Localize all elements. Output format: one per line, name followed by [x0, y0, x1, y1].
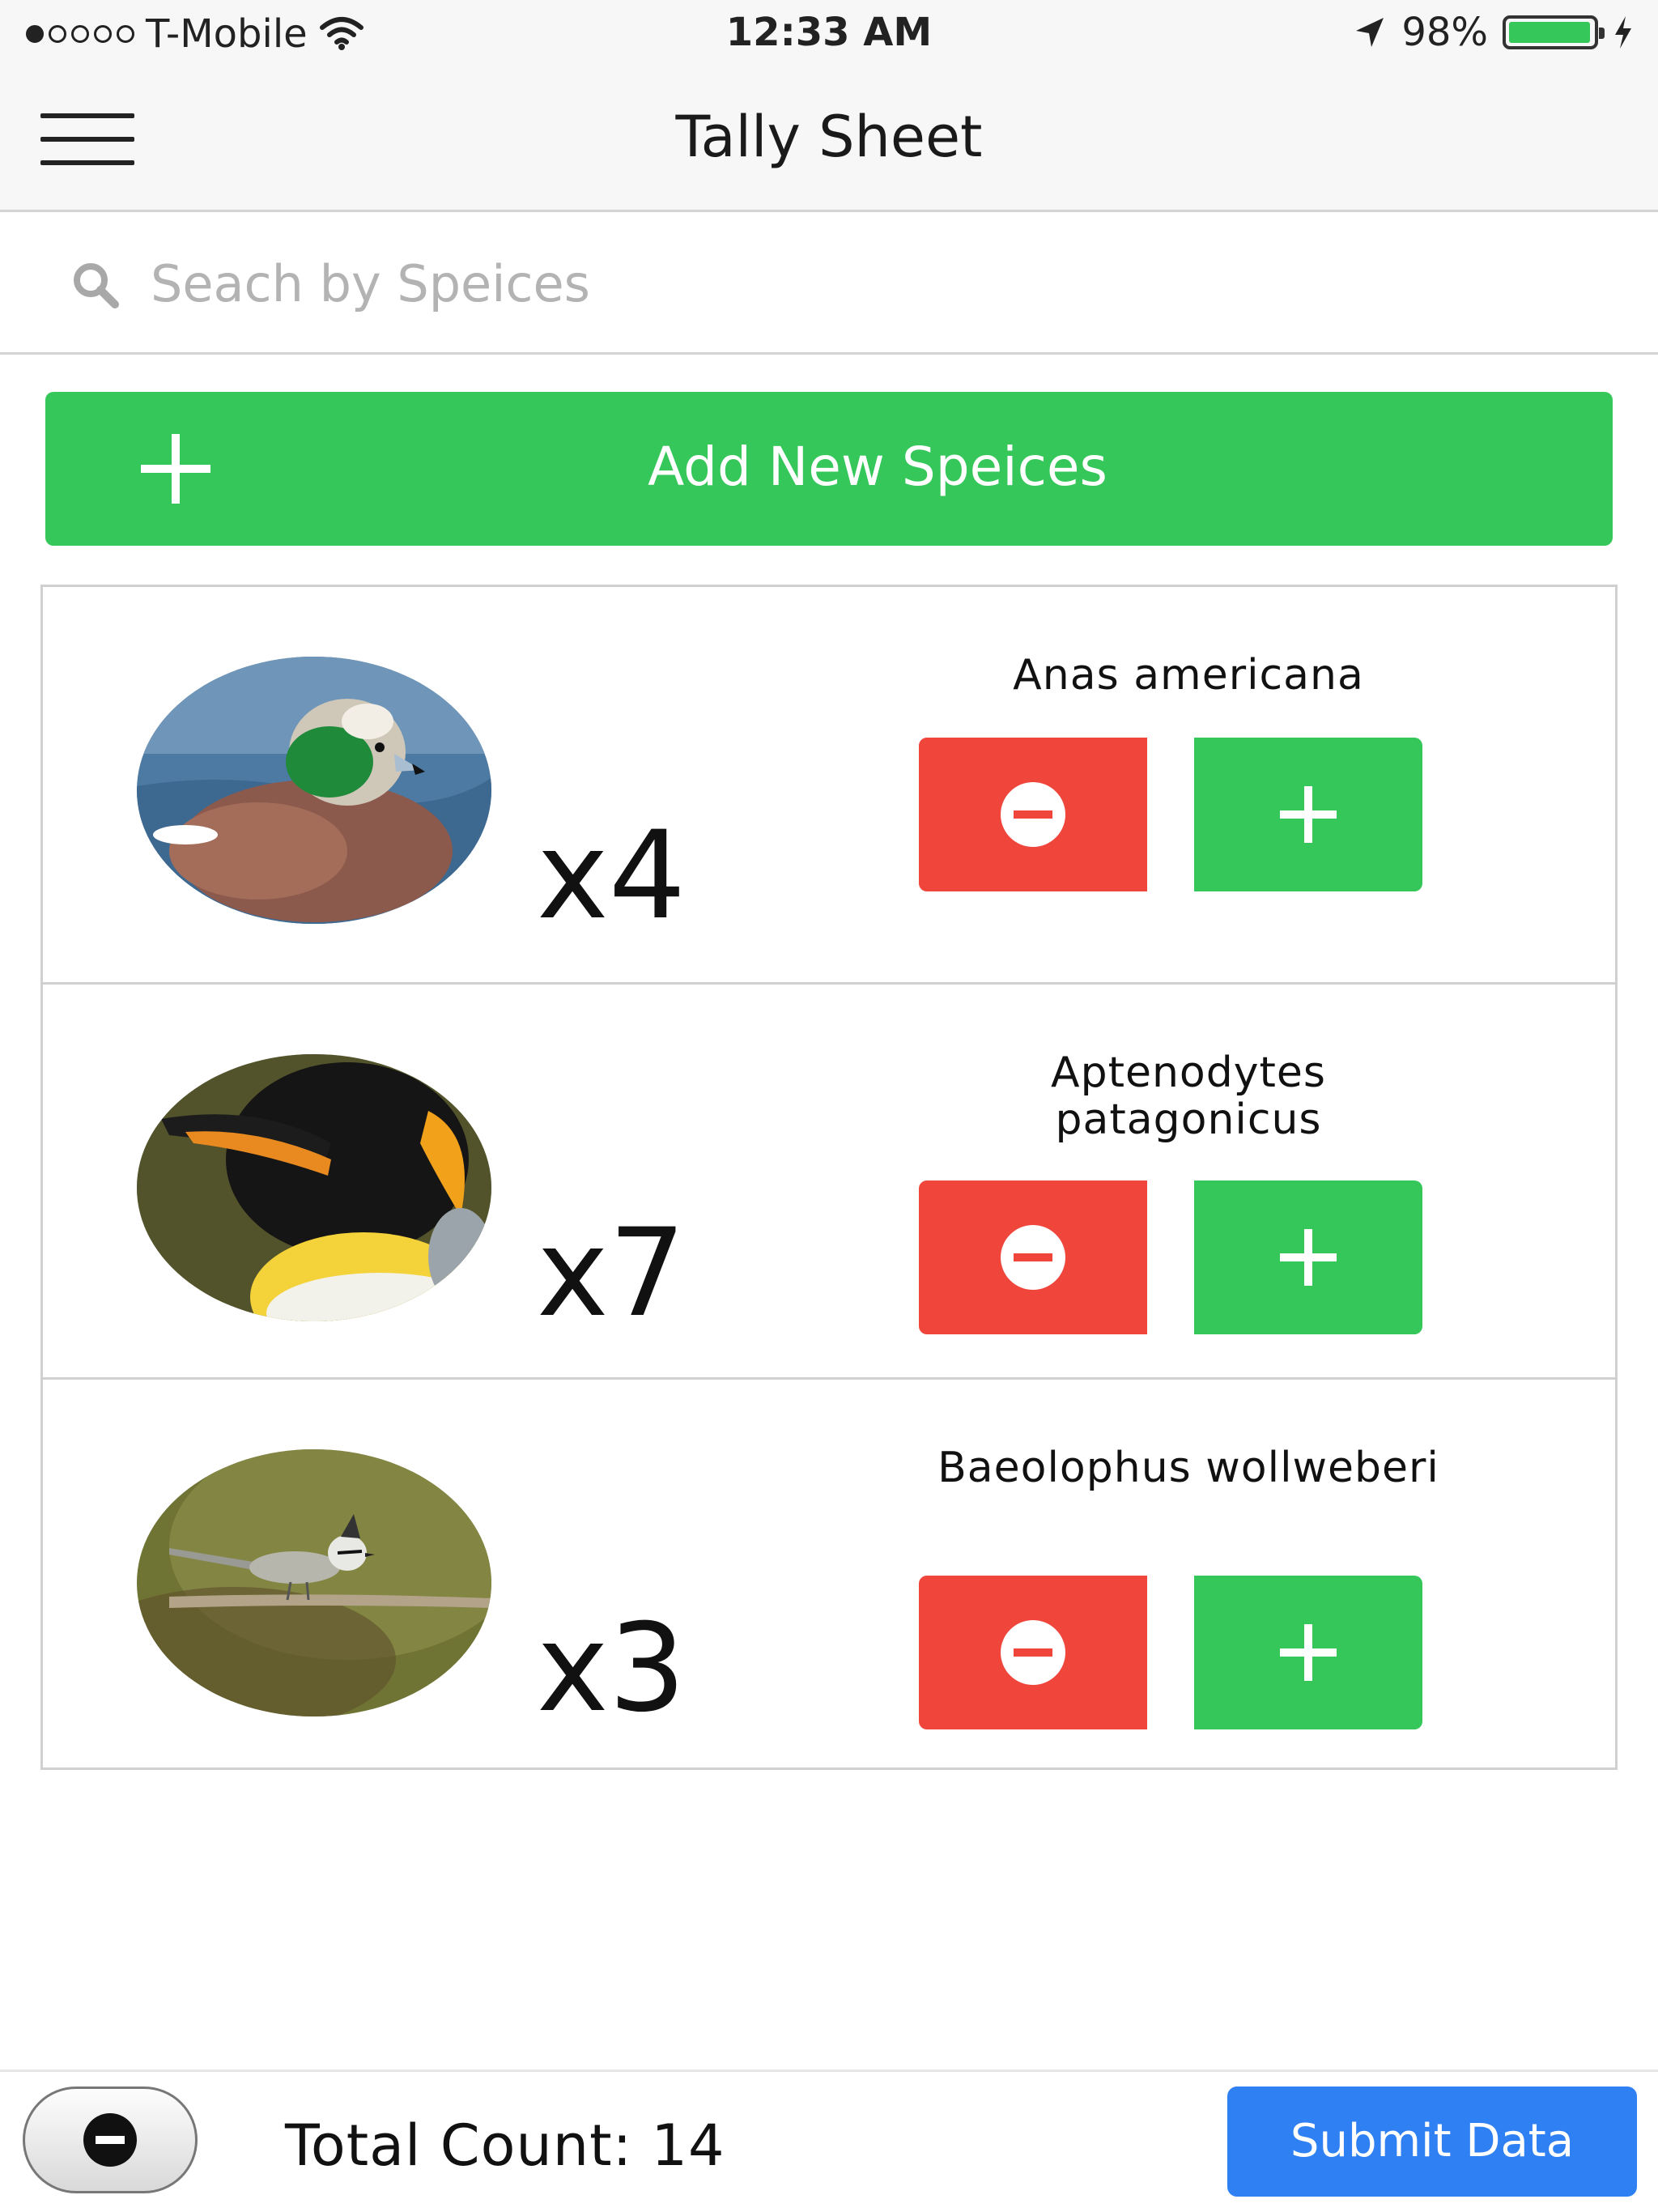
carrier-group: T-Mobile — [26, 11, 364, 57]
minus-circle-icon — [1001, 1620, 1065, 1685]
decrement-button[interactable] — [919, 738, 1147, 891]
increment-button[interactable] — [1194, 738, 1422, 891]
american-wigeon-photo — [137, 657, 491, 924]
location-arrow-icon — [1356, 18, 1384, 47]
plus-icon — [1280, 1624, 1337, 1681]
minus-circle-icon — [1001, 1225, 1065, 1290]
minus-circle-icon — [83, 2113, 137, 2167]
search-bar — [0, 212, 1658, 355]
minus-circle-icon — [1001, 782, 1065, 847]
signal-dots-icon — [26, 25, 134, 43]
decrement-button[interactable] — [919, 1180, 1147, 1334]
battery-percent: 98% — [1401, 10, 1488, 55]
search-input[interactable] — [151, 241, 1592, 325]
add-new-species-label: Add New Speices — [648, 436, 1107, 498]
battery-icon — [1503, 15, 1605, 49]
increment-button[interactable] — [1194, 1180, 1422, 1334]
species-name: Baeolophus wollweberi — [937, 1444, 1439, 1492]
footer-bar: Total Count: 14 Submit Data — [0, 2069, 1658, 2212]
species-count: x7 — [537, 1203, 687, 1344]
species-count: x3 — [537, 1598, 687, 1739]
plus-icon — [1280, 1229, 1337, 1286]
bridled-titmouse-photo — [137, 1449, 491, 1716]
total-count: Total Count: 14 — [285, 2112, 725, 2179]
navigation-bar: Tally Sheet — [0, 68, 1658, 212]
king-penguin-photo — [137, 1054, 491, 1321]
charging-bolt-icon — [1615, 16, 1631, 49]
search-icon — [74, 263, 119, 308]
hamburger-menu-icon[interactable] — [40, 113, 134, 167]
submit-data-button[interactable]: Submit Data — [1227, 2087, 1637, 2197]
plus-icon — [1280, 786, 1337, 843]
species-count: x4 — [537, 806, 687, 946]
increment-button[interactable] — [1194, 1576, 1422, 1729]
battery-level — [1509, 22, 1590, 43]
remove-mode-toggle[interactable] — [23, 2087, 198, 2193]
add-new-species-button[interactable]: Add New Speices — [45, 392, 1613, 546]
species-name: Anas americana — [1013, 651, 1364, 700]
status-bar: T-Mobile 12:33 AM 98% — [0, 0, 1658, 68]
page-title: Tally Sheet — [675, 104, 983, 170]
decrement-button[interactable] — [919, 1576, 1147, 1729]
status-right-group: 98% — [1351, 10, 1634, 55]
species-row: x3 Baeolophus wollweberi — [43, 1377, 1615, 1772]
species-name: Aptenodytes patagonicus — [1051, 1049, 1326, 1144]
species-row: x7 Aptenodytes patagonicus — [43, 982, 1615, 1377]
species-list: x4 Anas americana x7 Aptenodytes patagon… — [40, 585, 1618, 1770]
species-row: x4 Anas americana — [43, 587, 1615, 982]
carrier-name: T-Mobile — [146, 11, 308, 57]
wifi-icon — [319, 17, 363, 50]
